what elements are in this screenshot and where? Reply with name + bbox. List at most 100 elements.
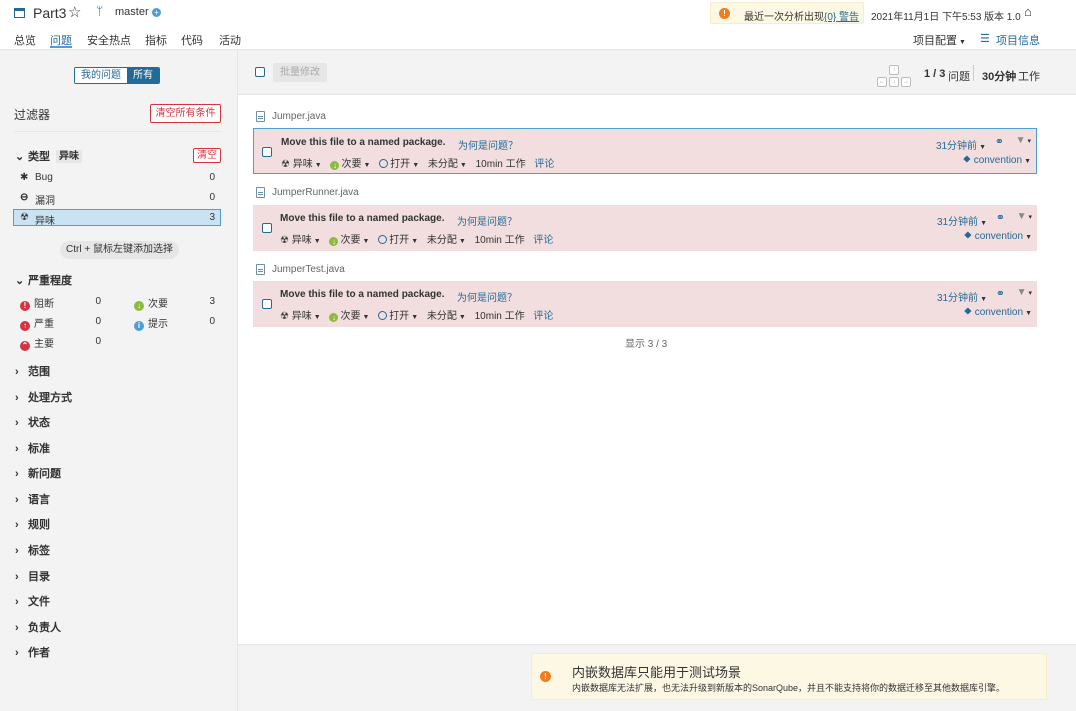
facet-scope[interactable]: › 范围 [15,363,50,379]
my-issues-toggle[interactable]: 我的问题 [75,68,127,83]
chevron-right-icon: › [15,392,19,404]
filters-title: 过滤器 [14,108,51,122]
facet-assignee[interactable]: › 负责人 [15,619,61,635]
issue-status-dropdown[interactable]: 打开 ▼ [378,235,418,246]
issue-status-dropdown[interactable]: 打开 ▼ [379,159,419,170]
facet-author[interactable]: › 作者 [15,644,50,660]
tab-security-hotspots[interactable]: 安全热点 [87,32,131,48]
file-name[interactable]: JumperRunner.java [272,187,359,198]
analysis-warning-link[interactable]: {0} 警告 [824,8,859,23]
issue-assignee-dropdown[interactable]: 未分配 ▼ [427,311,466,322]
why-is-this-an-issue-link[interactable]: 为何是问题？ [457,213,517,228]
issue-checkbox[interactable] [262,223,272,233]
link-icon[interactable]: ⚭ [996,287,1005,300]
issue-checkbox[interactable] [262,147,272,157]
issue-type-dropdown[interactable]: ☢ 异味 ▼ [281,159,322,170]
severity-label: 主要 [34,339,54,350]
project-config-menu[interactable]: 项目配置 ▼ [913,32,966,48]
chevron-right-icon: › [15,596,19,608]
issue-checkbox[interactable] [262,299,272,309]
issue-type-dropdown[interactable]: ☢ 异味 ▼ [280,311,321,322]
clear-all-filters-button[interactable]: 清空所有条件 [150,104,221,123]
tab-activity[interactable]: 活动 [219,32,241,48]
project-name[interactable]: Part3 [33,5,66,21]
filter-icon[interactable]: ▼ ▾ [1016,135,1031,146]
star-icon[interactable]: ☆ [68,3,81,21]
issue-effort: 10min 工作 [474,311,525,322]
issue-card[interactable]: Move this file to a named package. 为何是问题… [253,128,1037,174]
facet-rule[interactable]: › 规则 [15,516,50,532]
keyboard-right-icon: → [901,77,911,87]
issue-card[interactable]: Move this file to a named package. 为何是问题… [253,281,1037,327]
issue-card[interactable]: Move this file to a named package. 为何是问题… [253,205,1037,251]
type-facet-clear-button[interactable]: 清空 [193,148,221,163]
facet-file[interactable]: › 文件 [15,593,50,609]
open-status-icon [378,235,388,244]
issue-severity-dropdown[interactable]: ↓ 次要 ▼ [329,311,369,322]
link-icon[interactable]: ⚭ [996,211,1005,224]
severity-facet-header[interactable]: ⌄ 严重程度 [15,272,72,288]
issue-age-link[interactable]: 31分钟前 ▼ [937,213,987,228]
issue-tags-dropdown[interactable]: ⯁ convention ▼ [963,155,1031,166]
branch-icon: ᛘ [96,4,104,18]
caret-down-icon: ▼ [411,238,419,245]
facet-resolution[interactable]: › 处理方式 [15,389,72,405]
facet-tag[interactable]: › 标签 [15,542,50,558]
tab-code[interactable]: 代码 [181,32,203,48]
issue-severity-dropdown[interactable]: ↓ 次要 ▼ [329,235,369,246]
issue-age-link[interactable]: 31分钟前 ▼ [937,289,987,304]
issue-tags-dropdown[interactable]: ⯁ convention ▼ [964,307,1032,318]
issue-count-label: 问题 [948,71,970,83]
caret-down-icon: ▼ [1024,158,1031,165]
issue-assignee-dropdown[interactable]: 未分配 ▼ [428,159,467,170]
home-icon[interactable]: ⌂ [1024,4,1032,19]
link-icon[interactable]: ⚭ [995,135,1004,148]
severity-label: 次要 [148,299,168,310]
facet-status[interactable]: › 状态 [15,414,50,430]
branch-name[interactable]: master [115,6,149,18]
all-issues-toggle[interactable]: 所有 [127,68,159,83]
chevron-right-icon: › [15,647,19,659]
tab-issues[interactable]: 问题 [50,32,72,48]
file-name[interactable]: Jumper.java [272,111,326,122]
why-is-this-an-issue-link[interactable]: 为何是问题？ [457,289,517,304]
caret-down-icon: ▼ [363,162,371,169]
issue-tags-dropdown[interactable]: ⯁ convention ▼ [964,231,1032,242]
type-facet-header[interactable]: ⌄ 类型 [15,148,50,164]
facet-item-code-smell[interactable]: ☢ 异味 3 [13,209,221,227]
tab-overview[interactable]: 总览 [14,32,36,48]
bulk-change-button[interactable]: 批量修改 [273,63,327,82]
issue-severity-dropdown[interactable]: ↓ 次要 ▼ [330,159,370,170]
issue-message[interactable]: Move this file to a named package. [280,213,445,224]
issue-message[interactable]: Move this file to a named package. [281,137,446,148]
comment-link[interactable]: 评论 [533,311,553,322]
branch-info-icon[interactable]: + [152,8,161,17]
filter-icon[interactable]: ▼ ▾ [1017,211,1032,222]
code-smell-icon: ☢ [280,311,289,322]
facet-item-bug[interactable]: ✱ Bug 0 [14,172,221,186]
list-icon: ☰ [980,33,990,45]
facet-standards[interactable]: › 标准 [15,440,50,456]
project-info-link[interactable]: 项目信息 [996,32,1040,48]
facet-item-vulnerability[interactable]: ⊖ 漏洞 0 [14,192,221,207]
blocker-severity-icon: ! [20,301,30,311]
comment-link[interactable]: 评论 [534,159,554,170]
open-status-icon [378,311,388,320]
why-is-this-an-issue-link[interactable]: 为何是问题？ [458,137,518,152]
issue-type-dropdown[interactable]: ☢ 异味 ▼ [280,235,321,246]
minor-severity-icon: ↓ [134,301,144,311]
filter-icon[interactable]: ▼ ▾ [1017,287,1032,298]
file-name[interactable]: JumperTest.java [272,264,345,275]
comment-link[interactable]: 评论 [533,235,553,246]
issue-age-link[interactable]: 31分钟前 ▼ [936,137,986,152]
facet-language[interactable]: › 语言 [15,491,50,507]
issue-assignee-dropdown[interactable]: 未分配 ▼ [427,235,466,246]
facet-directory[interactable]: › 目录 [15,568,50,584]
issue-status-dropdown[interactable]: 打开 ▼ [378,311,418,322]
facet-item-count: 0 [209,172,215,183]
issue-message[interactable]: Move this file to a named package. [280,289,445,300]
facet-new-issues[interactable]: › 新问题 [15,465,61,481]
select-all-checkbox[interactable] [255,67,265,77]
file-icon [256,187,265,198]
tab-measures[interactable]: 指标 [145,32,167,48]
